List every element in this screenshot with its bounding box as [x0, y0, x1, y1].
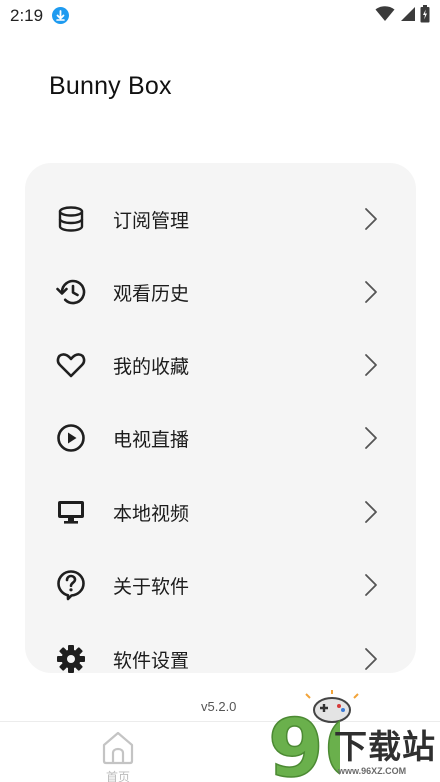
menu-item-about[interactable]: 关于软件: [25, 553, 416, 617]
menu-card: 订阅管理 观看历史 我的收藏 电视直播 本地视频 关于软件 软件设置: [25, 163, 416, 673]
chevron-right-icon: [365, 501, 377, 523]
cell-signal-icon: [401, 7, 415, 21]
watermark-logo: 96 下载站 www.96XZ.COM: [266, 690, 438, 782]
menu-item-label: 订阅管理: [113, 209, 190, 232]
battery-icon: [420, 5, 430, 23]
status-icons: [375, 5, 430, 23]
number-96-logo: 96: [267, 701, 340, 782]
version-text: v5.2.0: [201, 699, 237, 714]
chevron-right-icon: [365, 574, 377, 596]
status-bar: 2:19: [0, 0, 440, 32]
menu-item-local-video[interactable]: 本地视频: [25, 480, 416, 544]
menu-item-watch-history[interactable]: 观看历史: [25, 260, 416, 324]
database-icon: [55, 203, 87, 235]
home-icon: [102, 731, 134, 765]
menu-item-label: 软件设置: [113, 649, 190, 672]
history-icon: [55, 276, 87, 308]
heart-icon: [55, 349, 87, 381]
nav-home-label: 首页: [105, 770, 130, 782]
chevron-right-icon: [365, 427, 377, 449]
chevron-right-icon: [365, 281, 377, 303]
menu-item-label: 观看历史: [113, 282, 190, 305]
chevron-right-icon: [365, 208, 377, 230]
wifi-icon: [375, 6, 395, 21]
svg-text:96: 96: [268, 702, 340, 782]
chevron-right-icon: [365, 648, 377, 670]
gear-icon: [55, 643, 87, 673]
monitor-icon: [55, 496, 87, 528]
menu-item-label: 电视直播: [113, 428, 190, 451]
help-circle-icon: [55, 569, 87, 601]
app-title: Bunny Box: [49, 72, 172, 100]
menu-item-label: 本地视频: [113, 502, 190, 525]
menu-item-label: 我的收藏: [113, 355, 190, 378]
nav-home-tab[interactable]: 首页: [96, 728, 140, 782]
menu-item-subscription-management[interactable]: 订阅管理: [25, 187, 416, 251]
download-notification-icon: [52, 7, 69, 24]
watermark-text: 下载站: [334, 727, 436, 766]
chevron-right-icon: [365, 354, 377, 376]
menu-item-live-tv[interactable]: 电视直播: [25, 406, 416, 470]
menu-item-label: 关于软件: [113, 575, 190, 598]
menu-item-settings[interactable]: 软件设置: [25, 627, 416, 673]
status-time: 2:19: [10, 6, 44, 25]
watermark-site: www.96XZ.COM: [338, 766, 407, 776]
menu-item-favorites[interactable]: 我的收藏: [25, 333, 416, 397]
play-circle-icon: [55, 422, 87, 454]
